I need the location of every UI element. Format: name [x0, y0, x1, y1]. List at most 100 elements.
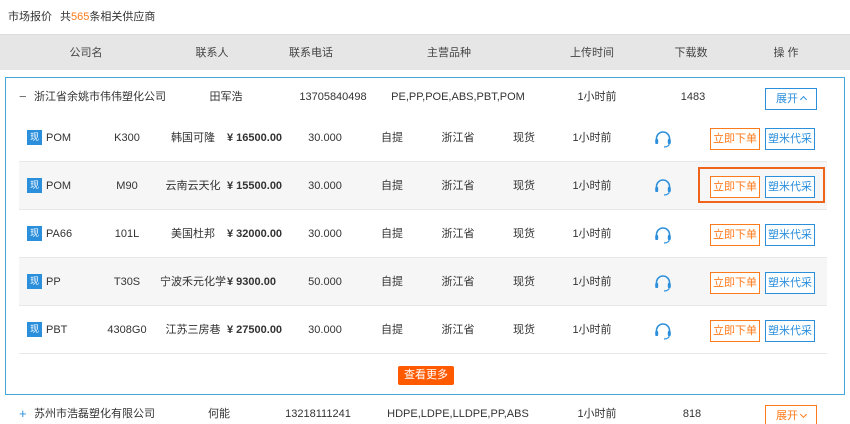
item-model: K300 [114, 132, 140, 144]
supplier-count: 565 [71, 11, 90, 23]
collapse-icon[interactable]: − [19, 79, 29, 115]
item-price: ¥ 32000.00 [227, 228, 283, 240]
table-row: 现 PA66 101L 美国杜邦 ¥ 32000.00 30.000 自提 浙江省 现货 1小时前… [19, 210, 827, 258]
main-products: PE,PP,POE,ABS,PBT,POM [391, 91, 525, 103]
item-stock: 现货 [513, 132, 535, 144]
item-delivery: 自提 [381, 324, 403, 336]
spot-badge: 现 [27, 274, 42, 289]
spot-badge: 现 [27, 178, 42, 193]
col-phone: 联系电话 [289, 47, 333, 59]
item-stock: 现货 [513, 324, 535, 336]
headset-icon[interactable] [653, 129, 673, 149]
headset-icon[interactable] [653, 321, 673, 341]
item-quantity: 50.000 [308, 276, 342, 288]
item-brand: 美国杜邦 [171, 228, 215, 240]
order-now-button[interactable]: 立即下单 [710, 176, 760, 198]
expand-icon[interactable]: + [19, 396, 29, 424]
item-delivery: 自提 [381, 276, 403, 288]
proxy-purchase-button[interactable]: 塑米代采 [765, 272, 815, 294]
item-region: 浙江省 [441, 132, 475, 144]
proxy-purchase-button[interactable]: 塑米代采 [765, 176, 815, 198]
item-delivery: 自提 [381, 180, 403, 192]
table-row: 现 POM M90 云南云天化 ¥ 15500.00 30.000 自提 浙江省 现货 1小时前 立… [19, 162, 827, 210]
item-model: M90 [116, 180, 138, 192]
contact-name: 何能 [208, 408, 230, 420]
chevron-down-icon [799, 410, 808, 419]
table-row: 现 PP T30S 宁波禾元化学 ¥ 9300.00 50.000 自提 浙江省 现货 1小时前 立… [19, 258, 827, 306]
item-brand: 江苏三房巷 [165, 324, 221, 336]
item-stock: 现货 [513, 180, 535, 192]
headset-icon[interactable] [653, 273, 673, 293]
col-products: 主营品种 [427, 47, 471, 59]
item-price: ¥ 16500.00 [227, 132, 283, 144]
item-model: 101L [114, 228, 140, 240]
item-region: 浙江省 [441, 180, 475, 192]
company-name[interactable]: 苏州市浩磊塑化有限公司 [34, 396, 155, 424]
item-region: 浙江省 [441, 276, 475, 288]
company-row: − 浙江省余姚市伟伟塑化公司 田军浩 13705840498 PE,PP,POE… [0, 79, 850, 115]
spot-badge: 现 [27, 130, 42, 145]
item-quantity: 30.000 [308, 324, 342, 336]
table-header: 公司名 联系人 联系电话 主营品种 上传时间 下载数 操 作 [0, 34, 850, 70]
item-grade[interactable]: PA66 [46, 210, 72, 258]
item-model: T30S [113, 276, 141, 288]
main-products: HDPE,LDPE,LLDPE,PP,ABS [387, 408, 529, 420]
item-quantity: 30.000 [308, 228, 342, 240]
order-now-button[interactable]: 立即下单 [710, 128, 760, 150]
order-now-button[interactable]: 立即下单 [710, 224, 760, 246]
col-company: 公司名 [69, 47, 103, 59]
item-region: 浙江省 [441, 324, 475, 336]
col-upload-time: 上传时间 [570, 47, 614, 59]
item-time: 1小时前 [572, 228, 612, 240]
company-name[interactable]: 浙江省余姚市伟伟塑化公司 [34, 79, 166, 115]
count-prefix: 共 [60, 11, 71, 23]
page-title: 市场报价 [8, 11, 52, 23]
item-brand: 韩国可隆 [171, 132, 215, 144]
headset-icon[interactable] [653, 177, 673, 197]
item-region: 浙江省 [441, 228, 475, 240]
item-quantity: 30.000 [308, 180, 342, 192]
contact-phone: 13705840498 [299, 91, 367, 103]
expand-button[interactable]: 展开 [765, 405, 817, 424]
expand-button[interactable]: 展开 [765, 88, 817, 110]
item-grade[interactable]: POM [46, 162, 71, 210]
upload-time: 1小时前 [577, 408, 617, 420]
item-time: 1小时前 [572, 324, 612, 336]
item-price: ¥ 27500.00 [227, 324, 283, 336]
item-brand: 云南云天化 [165, 180, 221, 192]
col-actions: 操 作 [773, 47, 799, 59]
item-brand: 宁波禾元化学 [160, 276, 226, 288]
chevron-up-icon [799, 95, 808, 104]
proxy-purchase-button[interactable]: 塑米代采 [765, 224, 815, 246]
item-grade[interactable]: PBT [46, 306, 67, 354]
expand-label: 展开 [776, 93, 798, 105]
spot-badge: 现 [27, 322, 42, 337]
contact-phone: 13218111241 [285, 408, 351, 420]
expand-label: 展开 [776, 410, 798, 422]
headset-icon[interactable] [653, 225, 673, 245]
item-grade[interactable]: POM [46, 114, 71, 162]
item-grade[interactable]: PP [46, 258, 61, 306]
proxy-purchase-button[interactable]: 塑米代采 [765, 320, 815, 342]
item-time: 1小时前 [572, 180, 612, 192]
item-price: ¥ 15500.00 [227, 180, 283, 192]
upload-time: 1小时前 [577, 91, 617, 103]
result-summary: 市场报价 共565条相关供应商 [8, 9, 155, 25]
download-count: 818 [682, 408, 702, 420]
item-delivery: 自提 [381, 228, 403, 240]
item-model: 4308G0 [107, 324, 147, 336]
table-row: 现 PBT 4308G0 江苏三房巷 ¥ 27500.00 30.000 自提 浙江省 现货 1小… [19, 306, 827, 354]
download-count: 1483 [680, 91, 706, 103]
view-more-button[interactable]: 查看更多 [398, 366, 454, 385]
order-now-button[interactable]: 立即下单 [710, 320, 760, 342]
contact-name: 田军浩 [209, 91, 243, 103]
company-row: + 苏州市浩磊塑化有限公司 何能 13218111241 HDPE,LDPE,L… [0, 396, 850, 424]
table-row: 现 POM K300 韩国可隆 ¥ 16500.00 30.000 自提 浙江省 现货 1小时前 立… [19, 114, 827, 162]
item-quantity: 30.000 [308, 132, 342, 144]
count-suffix: 条相关供应商 [89, 11, 156, 23]
item-stock: 现货 [513, 276, 535, 288]
item-time: 1小时前 [572, 276, 612, 288]
item-time: 1小时前 [572, 132, 612, 144]
proxy-purchase-button[interactable]: 塑米代采 [765, 128, 815, 150]
order-now-button[interactable]: 立即下单 [710, 272, 760, 294]
